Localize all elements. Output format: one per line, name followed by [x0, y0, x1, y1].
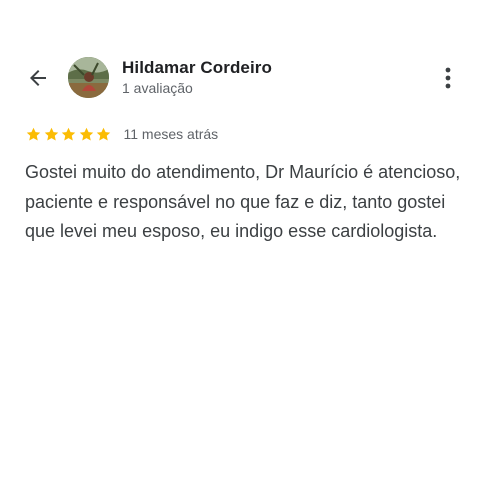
rating-row: 11 meses atrás [25, 124, 218, 144]
star-icon [26, 127, 41, 140]
star-icon [61, 127, 76, 140]
star-icon [96, 127, 111, 140]
arrow-back-icon [30, 70, 46, 86]
avatar[interactable] [68, 57, 109, 98]
avatar-photo [68, 57, 109, 98]
star-icon [79, 127, 93, 140]
review-text: Gostei muito do atendimento, Dr Maurício… [25, 162, 461, 241]
back-button[interactable] [24, 64, 52, 92]
star-rating [25, 126, 113, 143]
reviewer-review-count: 1 avaliação [122, 80, 193, 96]
reviewer-name[interactable]: Hildamar Cordeiro [122, 58, 272, 78]
more-vert-icon [445, 67, 451, 89]
more-options-button[interactable] [436, 64, 460, 92]
review-header: Hildamar Cordeiro 1 avaliação [0, 52, 488, 102]
star-icon [44, 127, 58, 140]
review-time: 11 meses atrás [123, 126, 219, 142]
